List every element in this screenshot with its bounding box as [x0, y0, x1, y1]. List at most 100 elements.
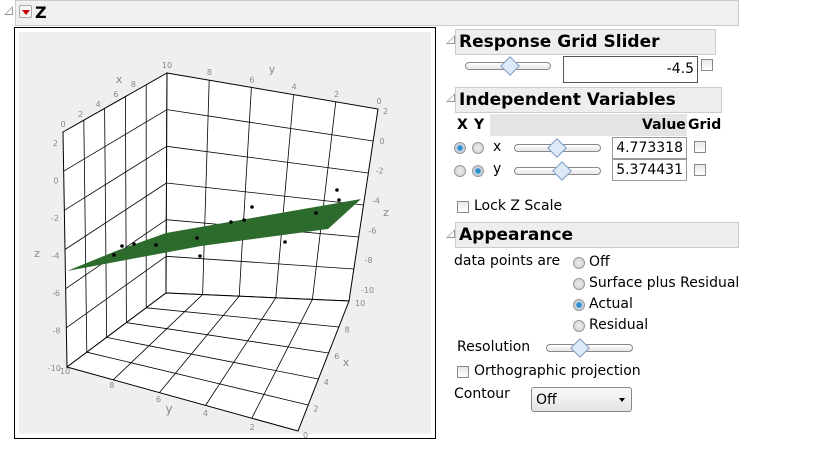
data-point: [337, 198, 341, 202]
col-value-header: Value: [642, 117, 686, 133]
appearance-disclosure-icon[interactable]: [446, 229, 455, 238]
response-grid-slider[interactable]: [465, 56, 551, 76]
data-point: [335, 188, 339, 192]
slider-thumb[interactable]: [552, 161, 572, 181]
data-point: [314, 211, 318, 215]
y-tick-label: 8: [207, 68, 212, 77]
z-axis-label: z: [34, 247, 40, 260]
plot-wall: [165, 72, 379, 302]
resolution-label: Resolution: [457, 339, 531, 355]
y-tick-label: 8: [109, 381, 114, 390]
y-axis-label: y: [269, 63, 276, 76]
data-point: [250, 205, 254, 209]
outline-disclosure-icon[interactable]: [4, 6, 13, 15]
surface-plot[interactable]: 2 2 0 0 -2 -2 -4 -4 -6 -6 -8 -8 -10 -10 10 8 6 4 2 0 0 2 4 6 8 10…: [14, 27, 436, 439]
x-tick-label: 2: [313, 405, 318, 414]
col-grid-header: Grid: [688, 117, 722, 133]
z-tick-label: 2: [53, 139, 58, 148]
lock-z-checkbox[interactable]: [457, 201, 469, 213]
x-tick-label: 8: [345, 325, 350, 334]
z-tick-label: 0: [379, 137, 384, 146]
outline-title: Z: [35, 3, 47, 22]
y-tick-label: 6: [156, 395, 161, 404]
outline-header: [15, 0, 739, 26]
col-x-header: X: [457, 117, 468, 133]
appearance-header[interactable]: Appearance: [455, 222, 739, 248]
data-point: [132, 242, 136, 246]
x-tick-label: 8: [131, 80, 136, 89]
y-value[interactable]: 5.374431: [612, 159, 687, 181]
orthographic-checkbox[interactable]: [457, 366, 469, 378]
x-axis-label: x: [343, 356, 350, 369]
contour-value: Off: [536, 392, 557, 408]
z-tick-label: -6: [52, 289, 60, 298]
z-tick-label: -10: [361, 286, 374, 295]
data-points-label: data points are: [454, 253, 561, 269]
orthographic-label[interactable]: Orthographic projection: [474, 363, 641, 379]
response-grid-checkbox[interactable]: [701, 59, 713, 71]
data-points-radio[interactable]: [573, 320, 585, 332]
y-tick-label: 2: [334, 90, 339, 99]
data-points-option[interactable]: Residual: [589, 317, 648, 333]
x-tick-label: 0: [60, 120, 65, 129]
response-grid-disclosure-icon[interactable]: [446, 35, 455, 44]
x-tick-label: 6: [113, 90, 118, 99]
x-role-x-radio[interactable]: [454, 142, 466, 154]
slider-thumb[interactable]: [570, 338, 590, 358]
y-tick-label: 0: [376, 97, 381, 106]
x-tick-label: 6: [334, 352, 339, 361]
y-tick-label: 10: [60, 367, 70, 376]
y-tick-label: 6: [249, 75, 254, 84]
lock-z-label[interactable]: Lock Z Scale: [474, 198, 562, 214]
y-axis-label: y: [165, 402, 172, 416]
contour-dropdown[interactable]: Off: [531, 387, 632, 412]
x-slider[interactable]: [514, 138, 601, 158]
x-axis-label: x: [116, 73, 123, 86]
x-tick-label: 2: [78, 110, 83, 119]
independent-disclosure-icon[interactable]: [446, 93, 455, 102]
z-tick-label: -6: [368, 226, 376, 235]
data-point: [154, 243, 158, 247]
y-grid-checkbox[interactable]: [694, 164, 706, 176]
y-tick-label: 0: [296, 437, 301, 438]
z-tick-label: 0: [53, 177, 58, 186]
data-points-radio[interactable]: [573, 257, 585, 269]
data-point: [198, 254, 202, 258]
z-tick-label: -4: [372, 197, 380, 206]
data-points-option[interactable]: Off: [589, 254, 610, 270]
slider-thumb[interactable]: [547, 138, 567, 158]
independent-header[interactable]: Independent Variables: [455, 87, 722, 113]
z-tick-label: 2: [383, 107, 388, 116]
y-tick-label: 4: [292, 83, 297, 92]
z-tick-label: -8: [365, 256, 373, 265]
data-points-radio[interactable]: [573, 278, 585, 290]
data-point: [120, 244, 124, 248]
x-tick-label: 4: [96, 100, 101, 109]
data-points-radio[interactable]: [573, 299, 585, 311]
x-grid-checkbox[interactable]: [694, 141, 706, 153]
data-point: [229, 220, 233, 224]
z-axis-label: z: [383, 206, 389, 219]
y-slider[interactable]: [514, 161, 601, 181]
response-grid-header[interactable]: Response Grid Slider: [455, 29, 716, 55]
chevron-down-icon: [619, 398, 625, 402]
data-points-option[interactable]: Surface plus Residual: [589, 275, 739, 291]
y-role-x-radio[interactable]: [454, 165, 466, 177]
z-tick-label: -8: [53, 327, 61, 336]
var-name-x: x: [493, 139, 502, 155]
y-role-y-radio[interactable]: [472, 165, 484, 177]
data-point: [283, 240, 287, 244]
col-y-header: Y: [474, 117, 485, 133]
resolution-slider[interactable]: [546, 338, 633, 358]
y-tick-label: 10: [162, 61, 172, 70]
contour-label: Contour: [454, 386, 510, 402]
red-triangle-menu-icon[interactable]: [19, 5, 32, 18]
x-tick-label: 10: [355, 299, 365, 308]
x-role-y-radio[interactable]: [472, 142, 484, 154]
slider-thumb[interactable]: [500, 56, 520, 76]
data-point: [195, 236, 199, 240]
response-grid-value[interactable]: -4.5: [563, 56, 698, 83]
x-value[interactable]: 4.773318: [612, 137, 687, 159]
z-tick-label: -2: [51, 214, 59, 223]
data-points-option[interactable]: Actual: [589, 296, 633, 312]
